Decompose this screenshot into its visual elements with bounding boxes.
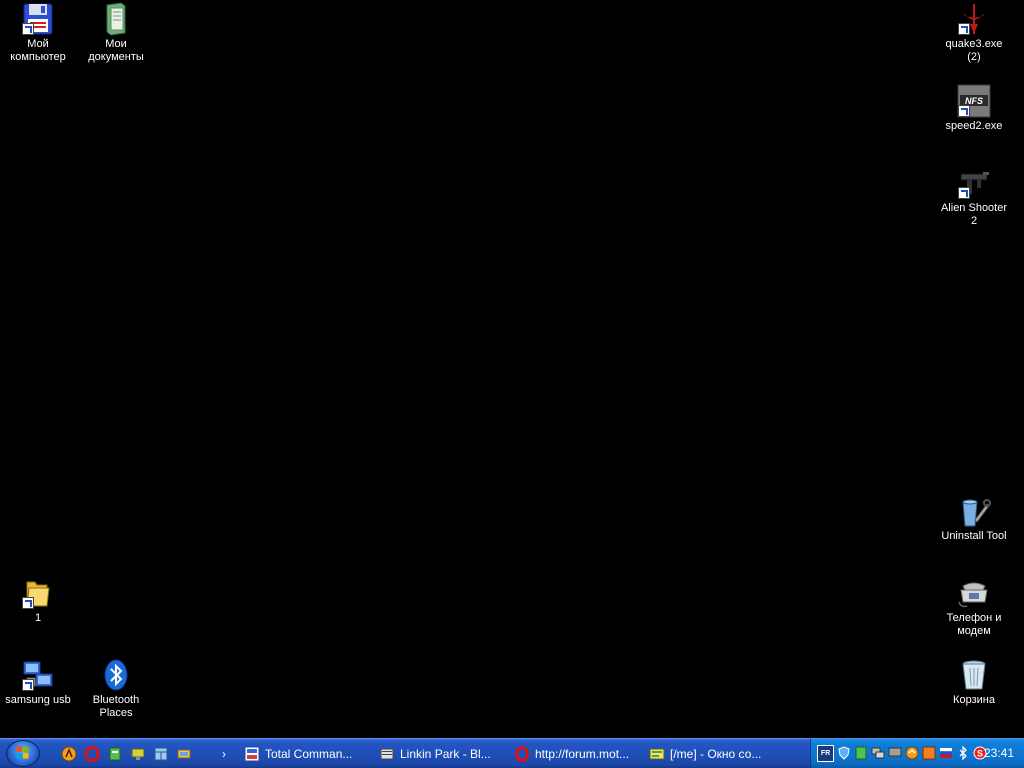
language-indicator-icon[interactable]: FR — [817, 745, 834, 762]
app-orange-icon[interactable] — [921, 745, 936, 760]
desktop-icon-label: Bluetooth Places — [92, 694, 140, 719]
desktop-icon-label: quake3.exe (2) — [945, 38, 1003, 63]
desktop-icon-label: Мой компьютер — [10, 38, 66, 63]
floppy-disk-icon — [21, 2, 55, 36]
tray-icons: FR S — [817, 745, 987, 762]
desktop-icon-bluetooth[interactable]: Bluetooth Places — [78, 658, 154, 720]
start-button[interactable] — [2, 739, 44, 768]
shortcut-arrow-icon — [22, 679, 34, 691]
desktop-icon-uninstall-tool[interactable]: Uninstall Tool — [936, 494, 1012, 543]
media-player-icon — [379, 746, 395, 762]
desktop-icon-speed2[interactable]: NFS speed2.exe — [936, 84, 1012, 133]
network-computers-icon — [21, 658, 55, 692]
bluetooth-icon — [99, 658, 133, 692]
desktop-icon-phone-modem[interactable]: Телефон и модем — [936, 576, 1012, 638]
shortcut-arrow-icon — [958, 23, 970, 35]
shortcut-arrow-icon — [22, 23, 34, 35]
desktop-area[interactable]: Мой компьютер Мои документы quake3.exe (… — [0, 0, 1024, 738]
svg-text:S: S — [976, 748, 982, 758]
opera-icon — [514, 745, 530, 762]
desktop-icon-label: 1 — [34, 612, 42, 624]
desktop-icon-quake3[interactable]: quake3.exe (2) — [936, 2, 1012, 64]
desktop-icon-alien-shooter[interactable]: Alien Shooter 2 — [936, 166, 1012, 228]
shortcut-arrow-icon — [22, 597, 34, 609]
task-button-opera-forum[interactable]: http://forum.mot... — [510, 741, 643, 766]
desktop-icon-label: Alien Shooter 2 — [940, 202, 1008, 227]
task-label: http://forum.mot... — [535, 746, 630, 761]
folder-icon — [21, 576, 55, 610]
desktop-icon-label: samsung usb — [5, 694, 71, 706]
network-icon[interactable] — [127, 743, 148, 764]
task-label: Total Comman... — [265, 746, 353, 761]
system-clock[interactable]: 23:41 — [984, 746, 1014, 760]
desktop-icon-my-computer[interactable]: Мой компьютер — [0, 2, 76, 64]
russian-flag-icon[interactable] — [938, 745, 953, 760]
shortcut-arrow-icon — [958, 105, 970, 117]
opera-icon[interactable] — [81, 743, 102, 764]
desktop-icon-label: Корзина — [953, 694, 995, 706]
quick-launch-chevron-icon[interactable]: › — [218, 745, 230, 763]
utility-icon[interactable] — [853, 745, 868, 760]
desktop-icon-recycle-bin[interactable]: Корзина — [936, 658, 1012, 707]
desktop-icon-my-documents[interactable]: Мои документы — [78, 2, 154, 64]
utility-icon[interactable] — [104, 743, 125, 764]
desktop-icon-label: Мои документы — [88, 38, 144, 63]
uninstall-tool-icon — [957, 494, 991, 528]
network-computers-icon[interactable] — [870, 745, 885, 760]
monitor-icon[interactable] — [887, 745, 902, 760]
windows-logo-icon — [6, 740, 40, 767]
taskbar-tasks: Total Comman... Linkin Park - Bl... http… — [240, 741, 778, 767]
desktop-icon-label: Uninstall Tool — [941, 530, 1007, 542]
tray-app-icon[interactable] — [173, 743, 194, 764]
task-label: Linkin Park - Bl... — [400, 746, 491, 761]
taskbar: › Total Comman... Linkin Park - Bl... ht… — [0, 738, 1024, 768]
nfs-logo-icon: NFS — [957, 84, 991, 118]
chat-window-icon — [649, 746, 665, 762]
quake-logo-icon — [957, 2, 991, 36]
shortcut-arrow-icon — [958, 187, 970, 199]
quick-launch-bar — [58, 743, 194, 765]
aimp-icon[interactable] — [58, 743, 79, 764]
gun-icon — [957, 166, 991, 200]
shield-icon[interactable] — [836, 745, 851, 760]
documents-folder-icon — [99, 2, 133, 36]
window-icon[interactable] — [150, 743, 171, 764]
task-button-chat-window[interactable]: [/me] - Окно со... — [645, 741, 778, 766]
system-tray: FR S 23:41 — [810, 739, 1024, 768]
task-button-media-player[interactable]: Linkin Park - Bl... — [375, 741, 508, 766]
task-button-total-commander[interactable]: Total Comman... — [240, 741, 373, 766]
update-icon[interactable] — [904, 745, 919, 760]
bluetooth-icon[interactable] — [955, 745, 970, 760]
desktop-icon-samsung-usb[interactable]: samsung usb — [0, 658, 76, 707]
desktop-icon-folder-1[interactable]: 1 — [0, 576, 76, 625]
recycle-bin-icon — [957, 658, 991, 692]
total-commander-icon — [244, 746, 260, 762]
task-label: [/me] - Окно со... — [670, 746, 762, 761]
desktop-icon-label: Телефон и модем — [946, 612, 1002, 637]
telephone-icon — [957, 576, 991, 610]
desktop-icon-label: speed2.exe — [945, 120, 1003, 132]
